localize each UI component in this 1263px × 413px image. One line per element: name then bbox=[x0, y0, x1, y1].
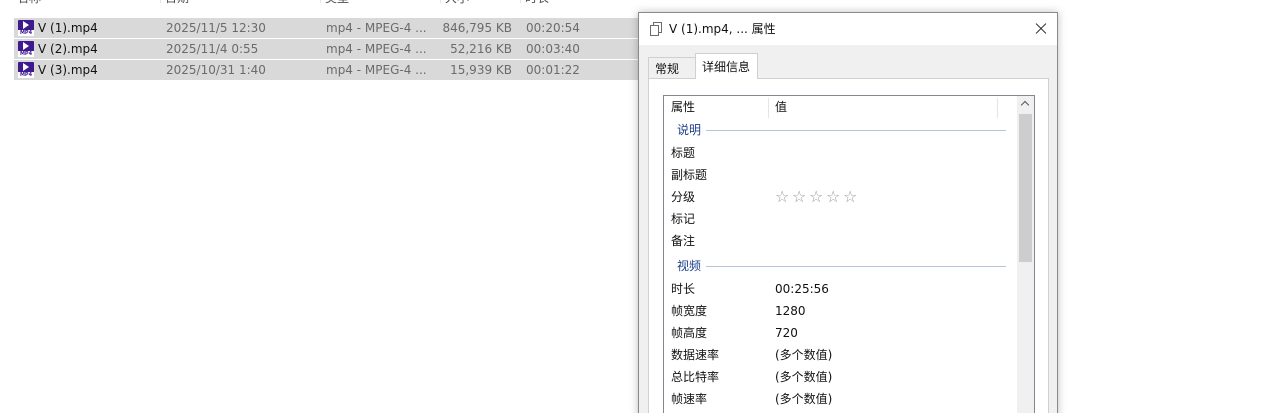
property-row[interactable]: 标记 bbox=[664, 208, 1016, 230]
file-type: mp4 - MPEG-4 ... bbox=[326, 63, 427, 77]
column-divider[interactable] bbox=[520, 0, 521, 3]
column-divider[interactable] bbox=[768, 98, 769, 118]
file-date: 2025/10/31 1:40 bbox=[166, 63, 266, 77]
properties-dialog: V (1).mp4, ... 属性 常规 详细信息 属性 值 说明 标题 副标题 bbox=[638, 12, 1058, 413]
file-size: 52,216 KB bbox=[450, 42, 512, 56]
column-divider[interactable] bbox=[440, 0, 441, 3]
property-value: (多个数值) bbox=[775, 370, 833, 384]
vertical-scrollbar[interactable] bbox=[1017, 96, 1034, 413]
group-label: 说明 bbox=[677, 123, 702, 137]
property-key: 数据速率 bbox=[671, 348, 720, 362]
file-duration: 00:20:54 bbox=[526, 21, 580, 35]
mp4-file-icon: MP4 bbox=[18, 62, 34, 78]
column-divider[interactable] bbox=[160, 0, 161, 3]
group-header-description[interactable]: 说明 bbox=[674, 120, 1006, 140]
tab-general[interactable]: 常规 bbox=[648, 57, 696, 79]
property-key: 备注 bbox=[671, 234, 696, 248]
column-type[interactable]: 类型 bbox=[322, 0, 349, 7]
star-icon[interactable]: ☆ bbox=[843, 188, 860, 206]
column-date[interactable]: 日期 bbox=[162, 0, 189, 7]
property-value: (多个数值) bbox=[775, 348, 833, 362]
column-duration[interactable]: 时长 bbox=[522, 0, 549, 7]
property-value: 00:25:56 bbox=[775, 282, 829, 296]
file-date: 2025/11/4 0:55 bbox=[166, 42, 259, 56]
column-value[interactable]: 值 bbox=[775, 96, 787, 118]
group-header-video[interactable]: 视频 bbox=[674, 256, 1006, 276]
property-row[interactable]: 副标题 bbox=[664, 164, 1016, 186]
star-icon[interactable]: ☆ bbox=[775, 188, 792, 206]
property-key: 时长 bbox=[671, 282, 696, 296]
property-key: 副标题 bbox=[671, 168, 708, 182]
property-key: 帧宽度 bbox=[671, 304, 708, 318]
star-icon[interactable]: ☆ bbox=[826, 188, 843, 206]
grid-header: 属性 值 bbox=[664, 96, 1016, 118]
property-key: 标记 bbox=[671, 212, 696, 226]
rating-stars[interactable]: ☆ ☆ ☆ ☆ ☆ bbox=[775, 188, 860, 206]
properties-icon bbox=[650, 22, 662, 36]
file-name: V (3).mp4 bbox=[38, 63, 98, 77]
file-row[interactable]: MP4 V (3).mp4 2025/10/31 1:40 mp4 - MPEG… bbox=[14, 60, 638, 80]
property-row[interactable]: 帧高度 720 bbox=[664, 322, 1016, 344]
property-row[interactable]: 数据速率 (多个数值) bbox=[664, 344, 1016, 366]
close-button[interactable] bbox=[1023, 13, 1057, 45]
property-value: (多个数值) bbox=[775, 392, 833, 406]
property-row[interactable]: 总比特率 (多个数值) bbox=[664, 366, 1016, 388]
column-name[interactable]: 名称 bbox=[14, 0, 41, 7]
file-name: V (2).mp4 bbox=[38, 42, 98, 56]
property-row[interactable]: 标题 bbox=[664, 142, 1016, 164]
file-type: mp4 - MPEG-4 ... bbox=[326, 21, 427, 35]
column-size[interactable]: 大小 bbox=[442, 0, 469, 7]
group-divider bbox=[706, 266, 1006, 267]
property-value: 720 bbox=[775, 326, 798, 340]
file-list: 名称 日期 类型 大小 时长 MP4 V (1).mp4 2025/11/5 1… bbox=[0, 0, 640, 413]
star-icon[interactable]: ☆ bbox=[792, 188, 809, 206]
file-type: mp4 - MPEG-4 ... bbox=[326, 42, 427, 56]
column-header: 名称 日期 类型 大小 时长 bbox=[0, 0, 640, 7]
property-key: 总比特率 bbox=[671, 370, 720, 384]
column-divider[interactable] bbox=[997, 98, 998, 118]
mp4-file-icon: MP4 bbox=[18, 41, 34, 57]
file-row[interactable]: MP4 V (1).mp4 2025/11/5 12:30 mp4 - MPEG… bbox=[14, 18, 638, 38]
file-size: 846,795 KB bbox=[442, 21, 512, 35]
dialog-title: V (1).mp4, ... 属性 bbox=[669, 22, 776, 36]
property-row[interactable]: 帧宽度 1280 bbox=[664, 300, 1016, 322]
column-property[interactable]: 属性 bbox=[671, 96, 695, 118]
property-row[interactable]: 备注 bbox=[664, 230, 1016, 252]
file-duration: 00:03:40 bbox=[526, 42, 580, 56]
star-icon[interactable]: ☆ bbox=[809, 188, 826, 206]
property-row[interactable]: 帧速率 (多个数值) bbox=[664, 388, 1016, 410]
file-date: 2025/11/5 12:30 bbox=[166, 21, 266, 35]
property-grid[interactable]: 属性 值 说明 标题 副标题 分级 ☆ ☆ ☆ ☆ ☆ 标记 备注 视频 时长 … bbox=[663, 95, 1035, 413]
tab-details[interactable]: 详细信息 bbox=[695, 53, 758, 79]
property-key: 标题 bbox=[671, 146, 696, 160]
group-label: 视频 bbox=[677, 259, 702, 273]
property-row[interactable]: 时长 00:25:56 bbox=[664, 278, 1016, 300]
property-value: 1280 bbox=[775, 304, 806, 318]
dialog-titlebar[interactable]: V (1).mp4, ... 属性 bbox=[639, 13, 1057, 45]
file-size: 15,939 KB bbox=[450, 63, 512, 77]
property-key: 帧速率 bbox=[671, 392, 708, 406]
scroll-up-icon[interactable] bbox=[1017, 96, 1034, 113]
scroll-thumb[interactable] bbox=[1019, 114, 1032, 262]
property-key: 分级 bbox=[671, 190, 696, 204]
group-divider bbox=[706, 130, 1006, 131]
file-row[interactable]: MP4 V (2).mp4 2025/11/4 0:55 mp4 - MPEG-… bbox=[14, 39, 638, 59]
file-duration: 00:01:22 bbox=[526, 63, 580, 77]
property-row[interactable]: 分级 ☆ ☆ ☆ ☆ ☆ bbox=[664, 186, 1016, 208]
property-key: 帧高度 bbox=[671, 326, 708, 340]
file-name: V (1).mp4 bbox=[38, 21, 98, 35]
mp4-file-icon: MP4 bbox=[18, 20, 34, 36]
details-panel: 属性 值 说明 标题 副标题 分级 ☆ ☆ ☆ ☆ ☆ 标记 备注 视频 时长 … bbox=[648, 78, 1049, 413]
column-divider[interactable] bbox=[320, 0, 321, 3]
